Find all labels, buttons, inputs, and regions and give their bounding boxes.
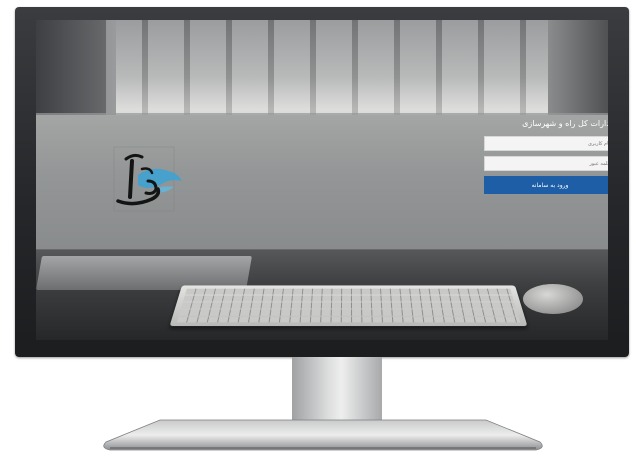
background-photo-keyboard	[169, 285, 528, 327]
monitor-screen: ادارات کل راه و شهرسازی ورود به سامانه	[36, 20, 608, 340]
background-photo-mouse	[523, 284, 583, 314]
background-photo-window	[106, 20, 586, 115]
logo	[113, 146, 182, 212]
login-button[interactable]: ورود به سامانه	[484, 176, 608, 194]
background-photo-left	[36, 20, 116, 115]
password-field[interactable]	[484, 156, 608, 171]
login-title: ادارات کل راه و شهرسازی	[522, 119, 608, 128]
monitor-stand-base	[103, 419, 543, 451]
login-form: ادارات کل راه و شهرسازی ورود به سامانه	[484, 118, 608, 194]
username-field[interactable]	[484, 136, 608, 151]
background-photo-right	[548, 20, 608, 115]
